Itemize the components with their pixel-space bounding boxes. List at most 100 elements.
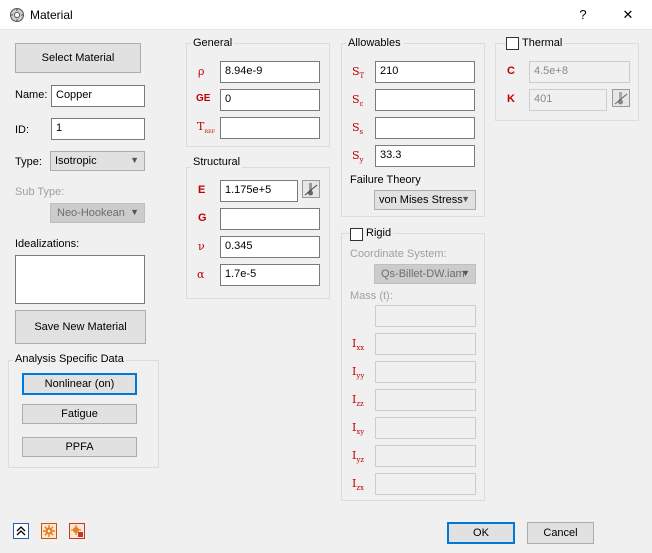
sy-subscript: y xyxy=(359,156,364,165)
name-label: Name: xyxy=(15,89,48,101)
idealizations-list[interactable] xyxy=(15,255,145,304)
chevron-down-icon: ▼ xyxy=(130,155,139,165)
general-title: General xyxy=(191,37,235,49)
ss-subscript: s xyxy=(359,128,364,137)
sc-subscript: c xyxy=(359,100,364,109)
subtype-select: Neo-Hookean ▼ xyxy=(50,203,145,223)
type-select-value: Isotropic xyxy=(55,155,97,167)
thermal-title: Thermal xyxy=(520,37,565,49)
specific-heat-field: 4.5e+8 xyxy=(529,61,630,83)
st-letter: S xyxy=(352,65,360,78)
iyz-field xyxy=(375,445,476,467)
id-field[interactable]: 1 xyxy=(51,118,145,140)
rho-symbol: ρ xyxy=(198,65,205,78)
rigid-checkbox[interactable] xyxy=(350,228,363,241)
compressive-allowable-field[interactable] xyxy=(375,89,475,111)
settings-gear-icon[interactable] xyxy=(69,523,85,539)
ixx-field xyxy=(375,333,476,355)
ixy-symbol: Ixy xyxy=(352,421,364,436)
iyy-subscript: yy xyxy=(356,372,365,381)
alpha-symbol: α xyxy=(197,268,205,281)
mass-label: Mass (t): xyxy=(350,290,393,302)
ixx-subscript: xx xyxy=(356,344,365,353)
select-material-button[interactable]: Select Material xyxy=(15,43,141,73)
mass-field xyxy=(375,305,476,327)
thermometer-icon xyxy=(612,89,630,107)
gear-icon[interactable] xyxy=(41,523,57,539)
nonlinear-button[interactable]: Nonlinear (on) xyxy=(22,373,137,395)
name-field[interactable]: Copper xyxy=(51,85,145,107)
izx-subscript: zx xyxy=(356,484,364,493)
idealizations-label: Idealizations: xyxy=(15,238,80,250)
window-title: Material xyxy=(30,8,73,22)
iyz-symbol: Iyz xyxy=(352,449,364,464)
id-label: ID: xyxy=(15,124,30,136)
izz-subscript: zz xyxy=(356,400,364,409)
st-subscript: T xyxy=(359,72,365,81)
nu-symbol: ν xyxy=(198,240,205,253)
sc-symbol: Sc xyxy=(352,93,363,108)
cancel-button[interactable]: Cancel xyxy=(527,522,594,544)
subtype-label: Sub Type: xyxy=(15,186,65,198)
coordinate-system-select: Qs-Billet-DW.iam ▼ xyxy=(374,264,476,284)
chevron-down-icon: ▼ xyxy=(461,194,470,204)
fatigue-button[interactable]: Fatigue xyxy=(22,404,137,424)
allowables-title: Allowables xyxy=(346,37,403,49)
ixy-subscript: xy xyxy=(356,428,365,437)
iyy-field xyxy=(375,361,476,383)
shear-modulus-field[interactable] xyxy=(220,208,320,230)
poisson-ratio-field[interactable]: 0.345 xyxy=(220,236,320,258)
coordinate-system-label: Coordinate System: xyxy=(350,248,447,260)
title-bar: Material ? ✕ xyxy=(0,0,652,30)
c-symbol: C xyxy=(507,65,515,77)
izz-field xyxy=(375,389,476,411)
conductivity-field: 401 xyxy=(529,89,607,111)
sc-letter: S xyxy=(352,93,360,106)
k-symbol: K xyxy=(507,93,515,105)
iyy-symbol: Iyy xyxy=(352,365,364,380)
tref-subscript: REF xyxy=(204,129,216,136)
tref-symbol: TREF xyxy=(197,120,215,135)
sy-symbol: Sy xyxy=(352,149,364,164)
failure-theory-value: von Mises Stress xyxy=(379,194,463,206)
save-new-material-button[interactable]: Save New Material xyxy=(15,310,146,344)
shear-allowable-field[interactable] xyxy=(375,117,475,139)
iyz-subscript: yz xyxy=(356,456,365,465)
ok-button[interactable]: OK xyxy=(447,522,515,544)
ixx-symbol: Ixx xyxy=(352,337,364,352)
yield-allowable-field[interactable]: 33.3 xyxy=(375,145,475,167)
density-field[interactable]: 8.94e-9 xyxy=(220,61,320,83)
thermometer-icon[interactable] xyxy=(302,180,320,198)
subtype-select-value: Neo-Hookean xyxy=(57,207,125,219)
type-label: Type: xyxy=(15,156,42,168)
e-symbol: E xyxy=(198,184,206,196)
ge-symbol: GE xyxy=(196,93,211,104)
izx-symbol: Izx xyxy=(352,477,364,492)
material-app-icon xyxy=(9,7,25,23)
ge-field[interactable]: 0 xyxy=(220,89,320,111)
failure-theory-select[interactable]: von Mises Stress ▼ xyxy=(374,190,476,210)
tref-field[interactable] xyxy=(220,117,320,139)
analysis-specific-title: Analysis Specific Data xyxy=(13,353,126,365)
help-button[interactable]: ? xyxy=(560,0,606,30)
failure-theory-label: Failure Theory xyxy=(350,174,421,186)
chevron-down-icon: ▼ xyxy=(461,268,470,278)
coordinate-system-value: Qs-Billet-DW.iam xyxy=(381,268,465,280)
ss-symbol: Ss xyxy=(352,121,363,136)
ixy-field xyxy=(375,417,476,439)
close-button[interactable]: ✕ xyxy=(605,0,651,30)
thermal-checkbox[interactable] xyxy=(506,37,519,50)
collapse-up-icon[interactable] xyxy=(13,523,29,539)
izz-symbol: Izz xyxy=(352,393,364,408)
rigid-title: Rigid xyxy=(364,227,394,239)
g-symbol: G xyxy=(198,212,207,224)
thermal-expansion-field[interactable]: 1.7e-5 xyxy=(220,264,320,286)
ppfa-button[interactable]: PPFA xyxy=(22,437,137,457)
youngs-modulus-field[interactable]: 1.175e+5 xyxy=(220,180,298,202)
type-select[interactable]: Isotropic ▼ xyxy=(50,151,145,171)
ss-letter: S xyxy=(352,121,360,134)
tensile-allowable-field[interactable]: 210 xyxy=(375,61,475,83)
chevron-down-icon: ▼ xyxy=(130,207,139,217)
izx-field xyxy=(375,473,476,495)
structural-title: Structural xyxy=(191,156,243,168)
